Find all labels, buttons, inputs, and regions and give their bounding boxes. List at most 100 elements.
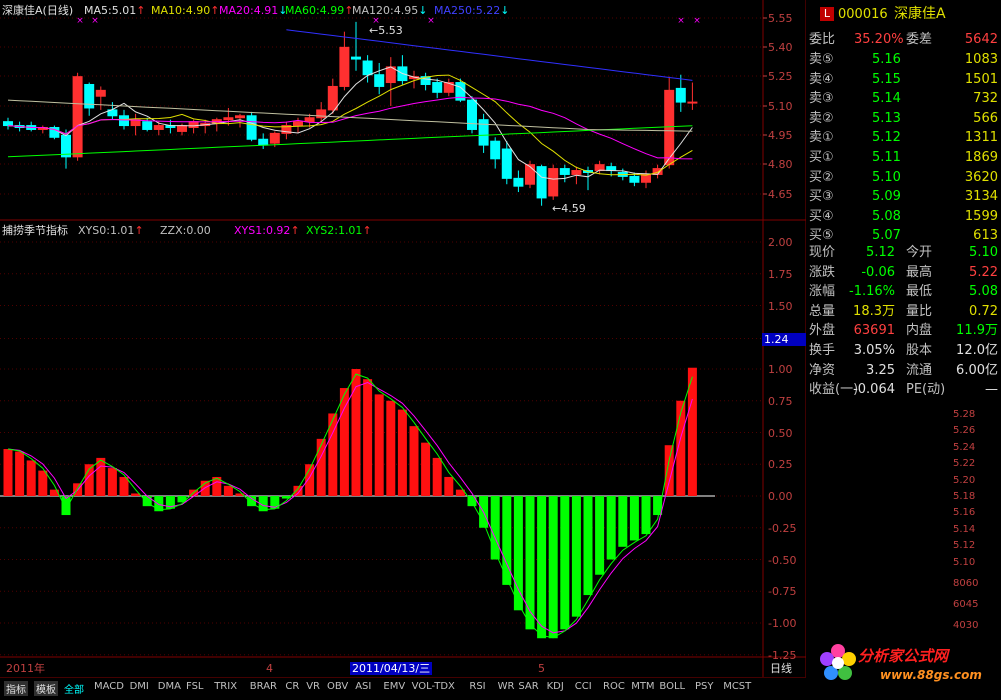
ma-label: MA250:5.22↓ <box>434 4 509 17</box>
xys-bar <box>409 426 419 496</box>
intraday-price-tick: 5.16 <box>953 507 976 519</box>
indicator-arrow-icon: ↑ <box>290 224 300 237</box>
price-axis-tick: 4.80 <box>768 158 793 171</box>
sell-row: 卖⑤ 5.16 1083 <box>806 50 1001 69</box>
buy-volume: 3620 <box>964 169 998 185</box>
ma-label-text: MA10:4.90 <box>151 4 211 17</box>
sell-label: 卖① <box>809 130 834 145</box>
price-low-value: 4.59 <box>561 202 586 215</box>
tab-fsl[interactable]: FSL <box>186 681 204 692</box>
xys-bar <box>339 388 349 496</box>
xys-bar <box>96 457 106 496</box>
intraday-price-tick: 5.12 <box>953 540 976 552</box>
tab-wr[interactable]: WR <box>498 681 515 692</box>
indicator-label-text: XYS0:1.01 <box>78 224 135 237</box>
candle-body <box>177 125 187 132</box>
xys-bar <box>432 457 442 496</box>
intraday-price-tick: 5.24 <box>953 441 976 453</box>
indicator-label-text: XYS1:0.92 <box>234 224 291 237</box>
xys-bar <box>397 409 407 496</box>
sell-price: 5.13 <box>872 110 901 126</box>
tab-全部[interactable]: 全部 <box>64 681 84 696</box>
tab-roc[interactable]: ROC <box>603 681 625 692</box>
buy-price: 5.10 <box>872 169 901 185</box>
sell-volume: 1311 <box>964 130 998 145</box>
tab-kdj[interactable]: KDJ <box>547 681 564 692</box>
indicator-arrow-icon: ↑ <box>134 224 144 237</box>
tab-cr[interactable]: CR <box>285 681 299 692</box>
tab-cci[interactable]: CCI <box>575 681 592 692</box>
info-label-2: 流通 <box>906 362 933 378</box>
tab-emv[interactable]: EMV <box>383 681 405 692</box>
info-label: 净资 <box>809 362 836 378</box>
tab-mtm[interactable]: MTM <box>631 681 654 692</box>
xys-bar <box>351 369 361 496</box>
tab-psy[interactable]: PSY <box>695 681 714 692</box>
period-button[interactable]: 日线 <box>770 662 792 675</box>
xys-bar <box>560 496 570 630</box>
ma-label: MA5:5.01↑ <box>84 4 145 17</box>
tab-boll[interactable]: BOLL <box>659 681 685 692</box>
intraday-price-tick: 5.18 <box>953 491 976 502</box>
sell-row: 卖③ 5.14 732 <box>806 89 1001 108</box>
info-value-2: 12.0亿 <box>956 343 998 358</box>
indicator-axis-tick: 0.75 <box>768 394 793 408</box>
xys-bar <box>537 496 547 639</box>
ma-label-text: MA250:5.22 <box>434 4 501 17</box>
tab-rsi[interactable]: RSI <box>469 681 485 692</box>
tab-模板[interactable]: 模板 <box>34 681 58 696</box>
marker-x-icon: × <box>677 16 685 26</box>
price-axis-tick: 5.40 <box>768 41 793 54</box>
tab-macd[interactable]: MACD <box>94 681 124 692</box>
indicator-label-text: ZZX:0.00 <box>160 224 211 237</box>
tab-obv[interactable]: OBV <box>327 681 348 692</box>
xys-bar <box>38 470 48 496</box>
indicator-axis-tick: 0.50 <box>768 426 793 440</box>
candle-body <box>351 56 361 60</box>
candle-body <box>675 87 686 103</box>
kline-chart[interactable]: × × × × × × <box>0 0 806 677</box>
indicator-label: XYS0:1.01↑ <box>78 224 144 237</box>
xys-bar <box>583 496 593 596</box>
tab-vol-tdx[interactable]: VOL-TDX <box>412 681 455 692</box>
indicator-axis-tick: -1.00 <box>768 617 797 630</box>
info-row: 收益(一) -0.064 PE(动) — <box>806 380 1001 399</box>
tab-asi[interactable]: ASI <box>355 681 371 692</box>
stat-row: 总量 18.3万 量比 0.72 <box>806 302 1001 321</box>
candle-body <box>269 132 280 144</box>
tab-mcst[interactable]: MCST <box>723 681 751 692</box>
xys-bar <box>223 485 233 496</box>
buy-row: 买① 5.11 1869 <box>806 148 1001 167</box>
price-axis-tick: 5.55 <box>768 12 793 25</box>
sell-volume: 732 <box>973 91 998 106</box>
tab-dmi[interactable]: DMI <box>130 681 149 692</box>
candle-body <box>304 117 315 123</box>
stat-label-2: 量比 <box>906 303 933 319</box>
tab-brar[interactable]: BRAR <box>250 681 277 692</box>
xys-bar <box>363 379 373 496</box>
marker-x-icon: × <box>91 16 99 26</box>
diff-label: 委差 <box>906 32 933 47</box>
tab-sar[interactable]: SAR <box>518 681 538 692</box>
candle-body <box>339 46 350 87</box>
ratio-label: 委比 <box>809 32 836 47</box>
tab-vr[interactable]: VR <box>306 681 320 692</box>
xys-bar <box>107 468 117 496</box>
candle-body <box>235 115 245 119</box>
candle-body <box>501 148 512 179</box>
ma-arrow-icon: ↓ <box>418 4 428 17</box>
ma-label-text: MA60:4.99 <box>285 4 345 17</box>
stat-value: 18.3万 <box>853 303 895 319</box>
tab-指标[interactable]: 指标 <box>4 681 28 696</box>
candle-body <box>629 175 640 183</box>
site-logo: 分析家公式网 www.88gs.com <box>806 635 1001 697</box>
stat-row: 涨跌 -0.06 最高 5.22 <box>806 263 1001 282</box>
stat-value-2: 0.72 <box>969 303 998 319</box>
candle-body <box>513 177 524 187</box>
stat-row: 现价 5.12 今开 5.10 <box>806 243 1001 262</box>
indicator-axis-tick: 1.00 <box>768 363 793 376</box>
stat-value-2: 11.9万 <box>956 323 998 338</box>
stat-label: 总量 <box>809 303 836 319</box>
tab-dma[interactable]: DMA <box>158 681 181 692</box>
tab-trix[interactable]: TRIX <box>214 681 237 692</box>
